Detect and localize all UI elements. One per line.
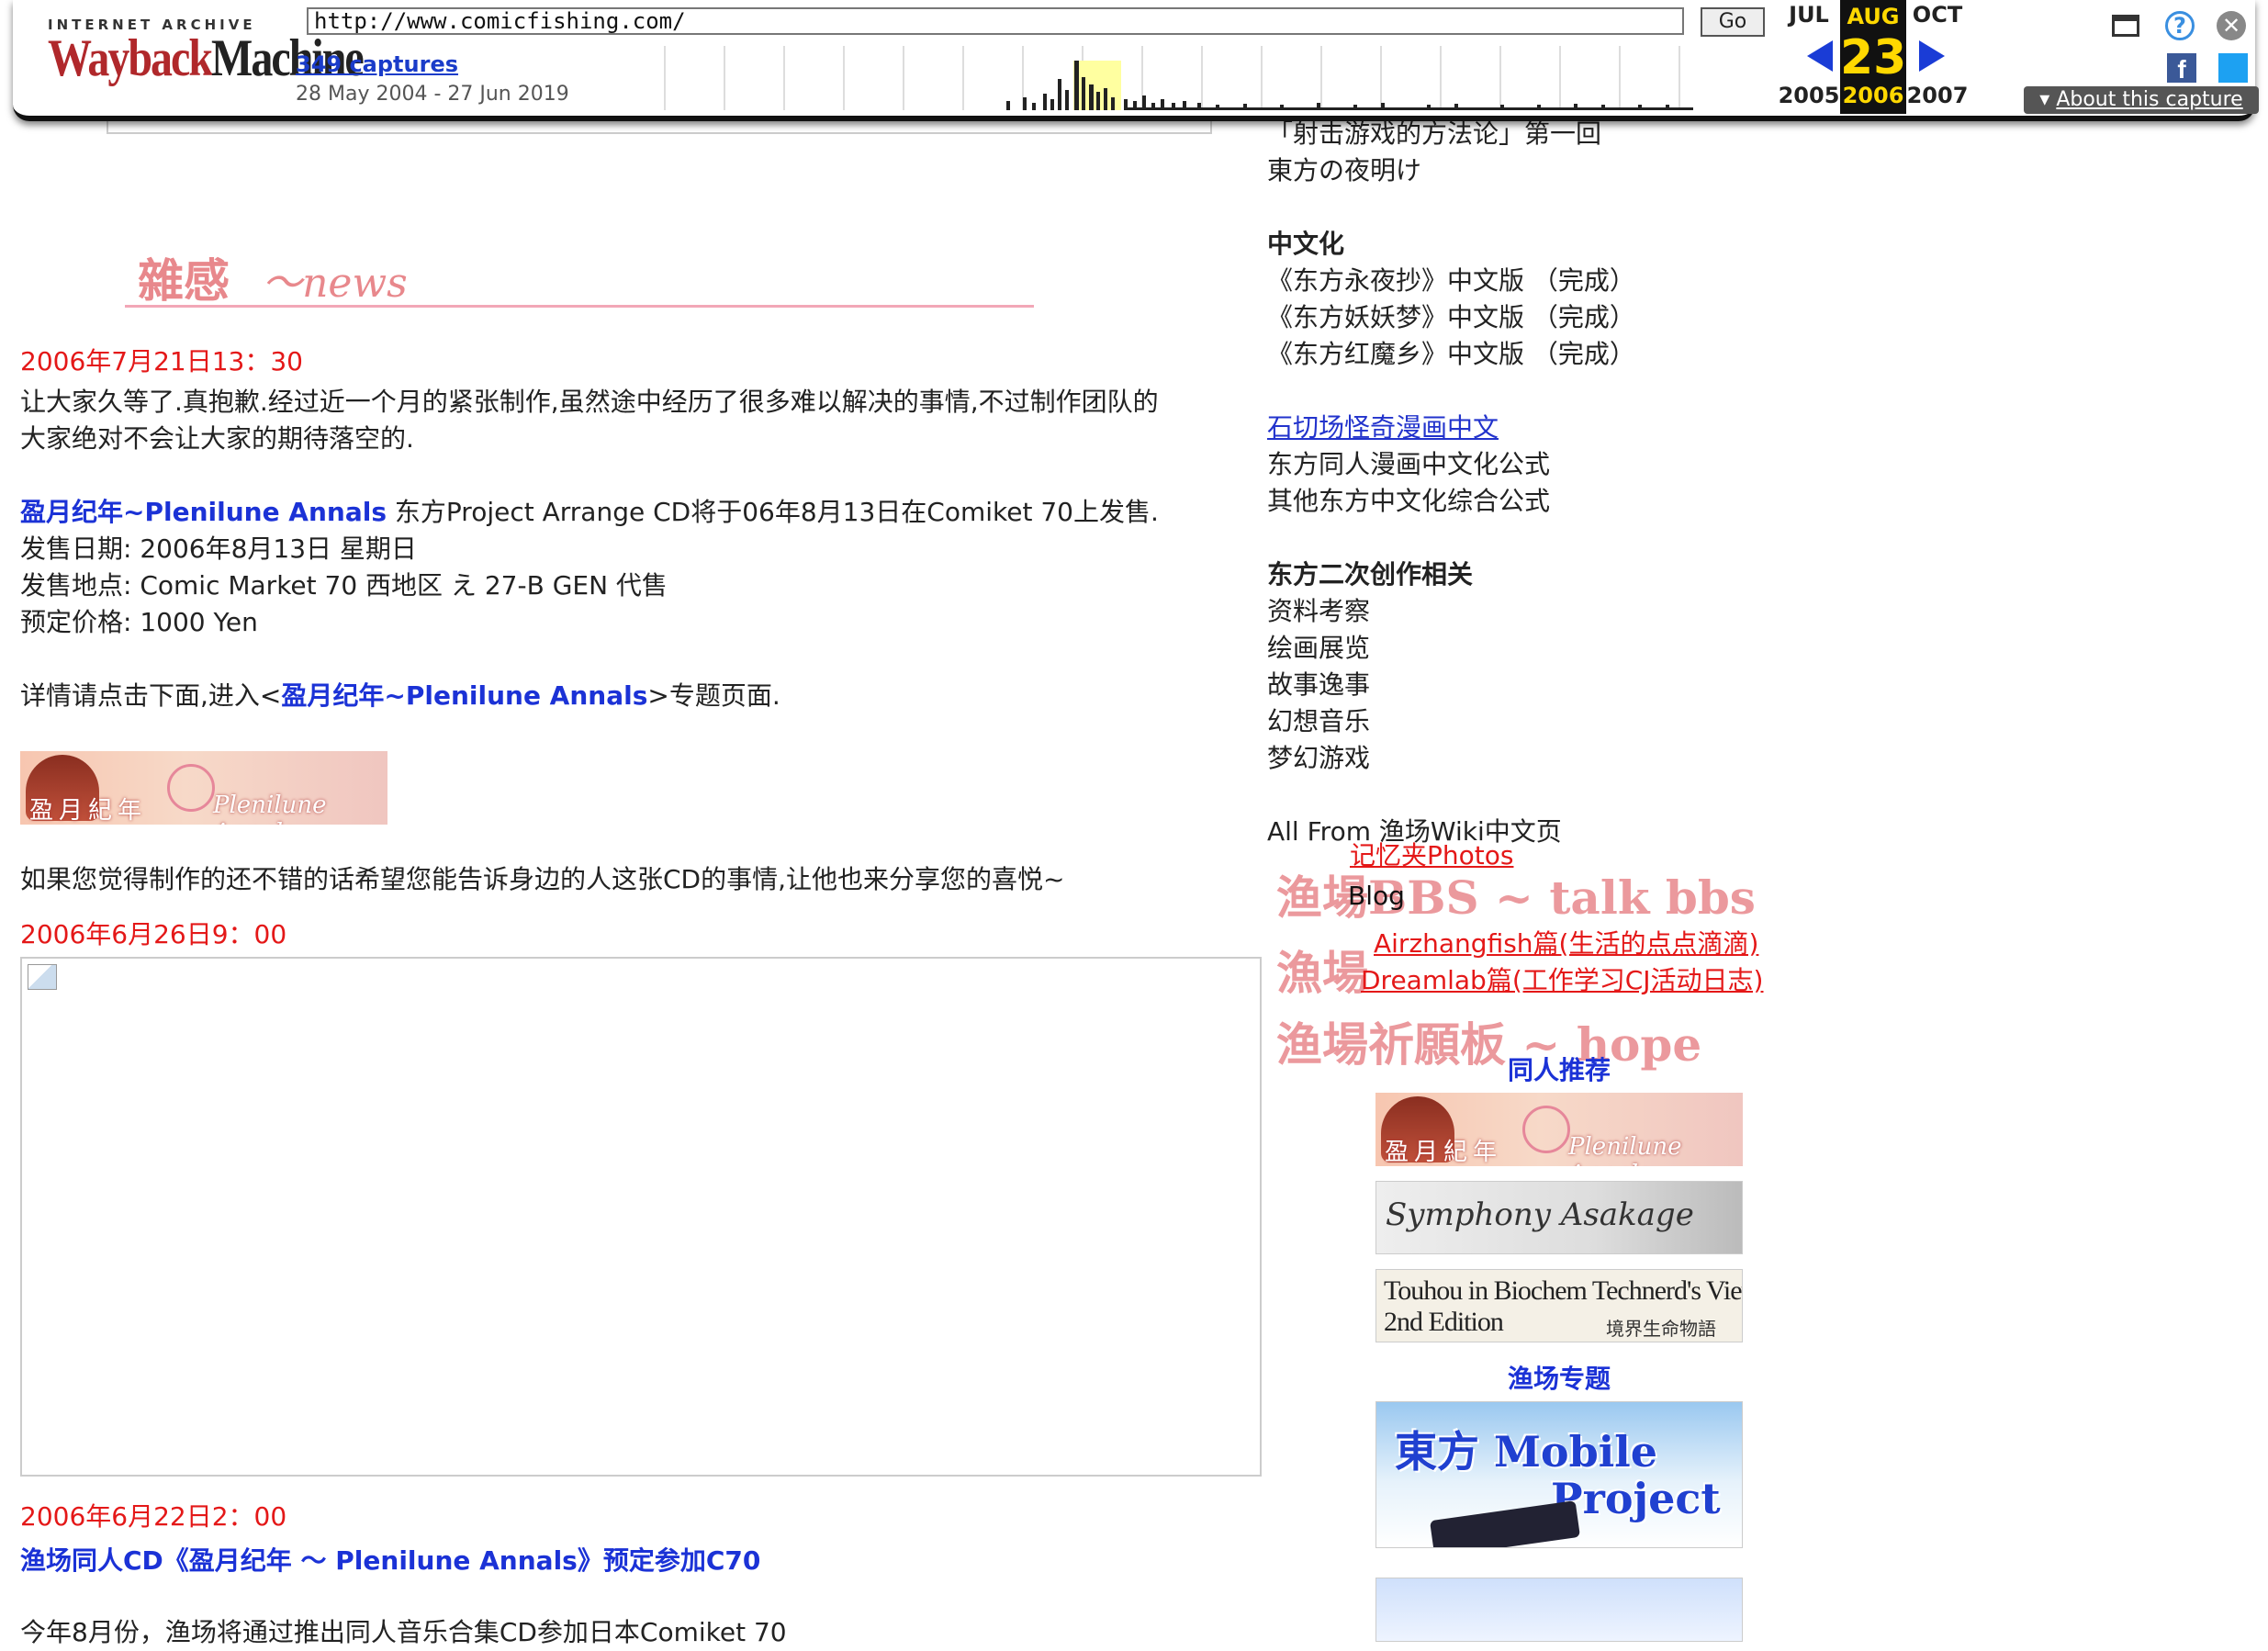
detail-suffix: >专题页面. — [647, 680, 780, 711]
prev-year-label[interactable]: 2005 — [1776, 83, 1842, 108]
biochem-title-cn: 境界生命物語 — [1606, 1318, 1716, 1340]
prev-capture-arrow-icon[interactable] — [1807, 40, 1833, 72]
sidebar-item[interactable]: 「射击游戏的方法论」第一回 — [1267, 116, 1601, 152]
news-underline — [125, 305, 1034, 308]
broken-image-placeholder — [20, 957, 1262, 1477]
sidebar-item[interactable]: 幻想音乐 — [1267, 703, 1370, 740]
twitter-icon[interactable] — [2218, 53, 2248, 83]
broken-image-icon — [28, 964, 57, 990]
sidebar-item[interactable]: 资料考察 — [1267, 593, 1370, 630]
detail-prefix: 详情请点击下面,进入< — [20, 680, 282, 711]
blog-label: Blog — [1348, 881, 1405, 911]
current-month-label: AUG — [1840, 0, 1906, 33]
sidebar-item[interactable]: 其他东方中文化综合公式 — [1267, 483, 1550, 520]
sidebar-heading-cn: 中文化 — [1267, 229, 1345, 259]
plenilune-sidebar-banner[interactable]: 盈月紀年 Plenilune Annals — [1375, 1093, 1743, 1166]
biochem-title-1: Touhou in Biochem Technerd's View, — [1384, 1275, 1743, 1306]
banner-swirl-icon — [1522, 1106, 1570, 1153]
go-button[interactable]: Go — [1701, 7, 1765, 37]
logo-wayback-text: Wayback — [48, 28, 213, 88]
news-subheading: ～news — [262, 260, 408, 307]
news-paragraph: 让大家久等了.真抱歉.经过近一个月的紧张制作,虽然途中经历了很多难以解决的事情,… — [20, 387, 1159, 417]
facebook-icon[interactable]: f — [2167, 53, 2196, 84]
asakage-banner[interactable]: Symphony Asakage — [1375, 1181, 1743, 1254]
captures-link[interactable]: 349 captures — [296, 51, 458, 77]
cd-link[interactable]: 盈月纪年~Plenilune Annals — [20, 497, 387, 527]
cd-announcement-text: 东方Project Arrange CD将于06年8月13日在Comiket 7… — [387, 497, 1159, 527]
phone-image — [1429, 1500, 1581, 1547]
photos-link[interactable]: 记忆夹Photos — [1350, 836, 1513, 872]
banner-title-cn: 盈月紀年 — [1385, 1139, 1503, 1166]
about-capture-label: About this capture — [2056, 88, 2243, 111]
mobile-project-banner[interactable]: 東方 Mobile Project — [1375, 1401, 1743, 1548]
price: 预定价格: 1000 Yen — [20, 607, 258, 637]
sidebar-item[interactable]: 《东方永夜抄》中文版 （完成） — [1267, 263, 1635, 299]
sidebar-item[interactable]: 《东方妖妖梦》中文版 （完成） — [1267, 299, 1635, 336]
sidebar-link-manga[interactable]: 石切场怪奇漫画中文 — [1267, 410, 1499, 446]
sidebar-item[interactable]: 故事逸事 — [1267, 667, 1370, 703]
sidebar-item[interactable]: 《东方红魔乡》中文版 （完成） — [1267, 336, 1635, 373]
next-banner[interactable] — [1375, 1578, 1743, 1642]
sale-place: 发售地点: Comic Market 70 西地区 え 27-B GEN 代售 — [20, 570, 668, 601]
detail-line: 详情请点击下面,进入<盈月纪年~Plenilune Annals>专题页面. — [20, 678, 780, 714]
biochem-title-2: 2nd Edition — [1384, 1307, 1504, 1337]
next-month-label[interactable]: OCT — [1904, 2, 1970, 28]
sidebar-item[interactable]: 梦幻游戏 — [1267, 740, 1370, 777]
news-paragraph: 大家绝对不会让大家的期待落空的. — [20, 423, 414, 454]
banner-title-en: Plenilune Annals — [1568, 1133, 1682, 1166]
asakage-title: Symphony Asakage — [1386, 1196, 1694, 1233]
blog-link-work[interactable]: Dreamlab篇(工作学习CJ活动日志) — [1361, 960, 1764, 997]
news-date: 2006年7月21日13：30 — [20, 346, 303, 376]
sidebar-item[interactable]: 绘画展览 — [1267, 630, 1370, 667]
blog-link-life[interactable]: Airzhangfish篇(生活的点点滴滴) — [1374, 924, 1758, 960]
news-header: 雜感 ～news — [138, 244, 408, 310]
sidebar-heading-derive: 东方二次创作相关 — [1267, 559, 1474, 590]
mobile-title-1: 東方 Mobile — [1395, 1427, 1657, 1477]
biochem-banner[interactable]: Touhou in Biochem Technerd's View, 2nd E… — [1375, 1269, 1743, 1342]
news-heading: 雜感 — [138, 253, 230, 308]
capture-sparkline[interactable] — [646, 46, 1702, 110]
next-year-label[interactable]: 2007 — [1904, 83, 1970, 108]
doujin-heading: 同人推荐 — [1507, 1055, 1611, 1085]
detail-link[interactable]: 盈月纪年~Plenilune Annals — [281, 680, 647, 711]
current-year-label: 2006 — [1840, 83, 1906, 114]
banner-title-cn: 盈月紀年 — [29, 797, 148, 825]
sidebar-item[interactable]: 東方の夜明け — [1267, 152, 1421, 189]
topic-heading: 渔场专题 — [1507, 1364, 1611, 1394]
news-paragraph: 今年8月份，渔场将通过推出同人音乐合集CD参加日本Comiket 70 — [20, 1617, 787, 1647]
plenilune-banner[interactable]: 盈月紀年 Plenilune Annals — [20, 751, 387, 825]
share-text: 如果您觉得制作的还不错的话希望您能告诉身边的人这张CD的事情,让他也来分享您的喜… — [20, 864, 1065, 894]
banner-swirl-icon — [167, 764, 215, 812]
sale-date: 发售日期: 2006年8月13日 星期日 — [20, 533, 417, 564]
help-icon[interactable]: ? — [2165, 11, 2195, 40]
current-day-label: 23 — [1840, 30, 1907, 85]
cd-headline-link[interactable]: 渔场同人CD《盈月纪年 ～ Plenilune Annals》预定参加C70 — [20, 1541, 760, 1578]
news-date: 2006年6月26日9：00 — [20, 919, 287, 949]
next-capture-arrow-icon[interactable] — [1919, 40, 1945, 72]
dropdown-triangle-icon: ▾ — [2039, 88, 2057, 111]
close-icon[interactable]: ✕ — [2217, 11, 2246, 40]
wayback-toolbar: INTERNET ARCHIVE WaybackMachine http://w… — [13, 0, 2259, 121]
news-date: 2006年6月22日2：00 — [20, 1501, 287, 1532]
sidebar-item[interactable]: 东方同人漫画中文化公式 — [1267, 446, 1550, 483]
url-input[interactable]: http://www.comicfishing.com/ — [307, 7, 1684, 35]
window-icon[interactable] — [2112, 15, 2139, 37]
cd-announcement: 盈月纪年~Plenilune Annals 东方Project Arrange … — [20, 494, 1159, 531]
prev-month-label[interactable]: JUL — [1776, 2, 1842, 28]
partial-image-text: 漁場 — [1276, 946, 1368, 1000]
banner-title-en: Plenilune Annals — [213, 792, 327, 825]
about-capture-button[interactable]: ▾ About this capture — [2024, 86, 2259, 114]
capture-date-range: 28 May 2004 - 27 Jun 2019 — [296, 83, 569, 106]
